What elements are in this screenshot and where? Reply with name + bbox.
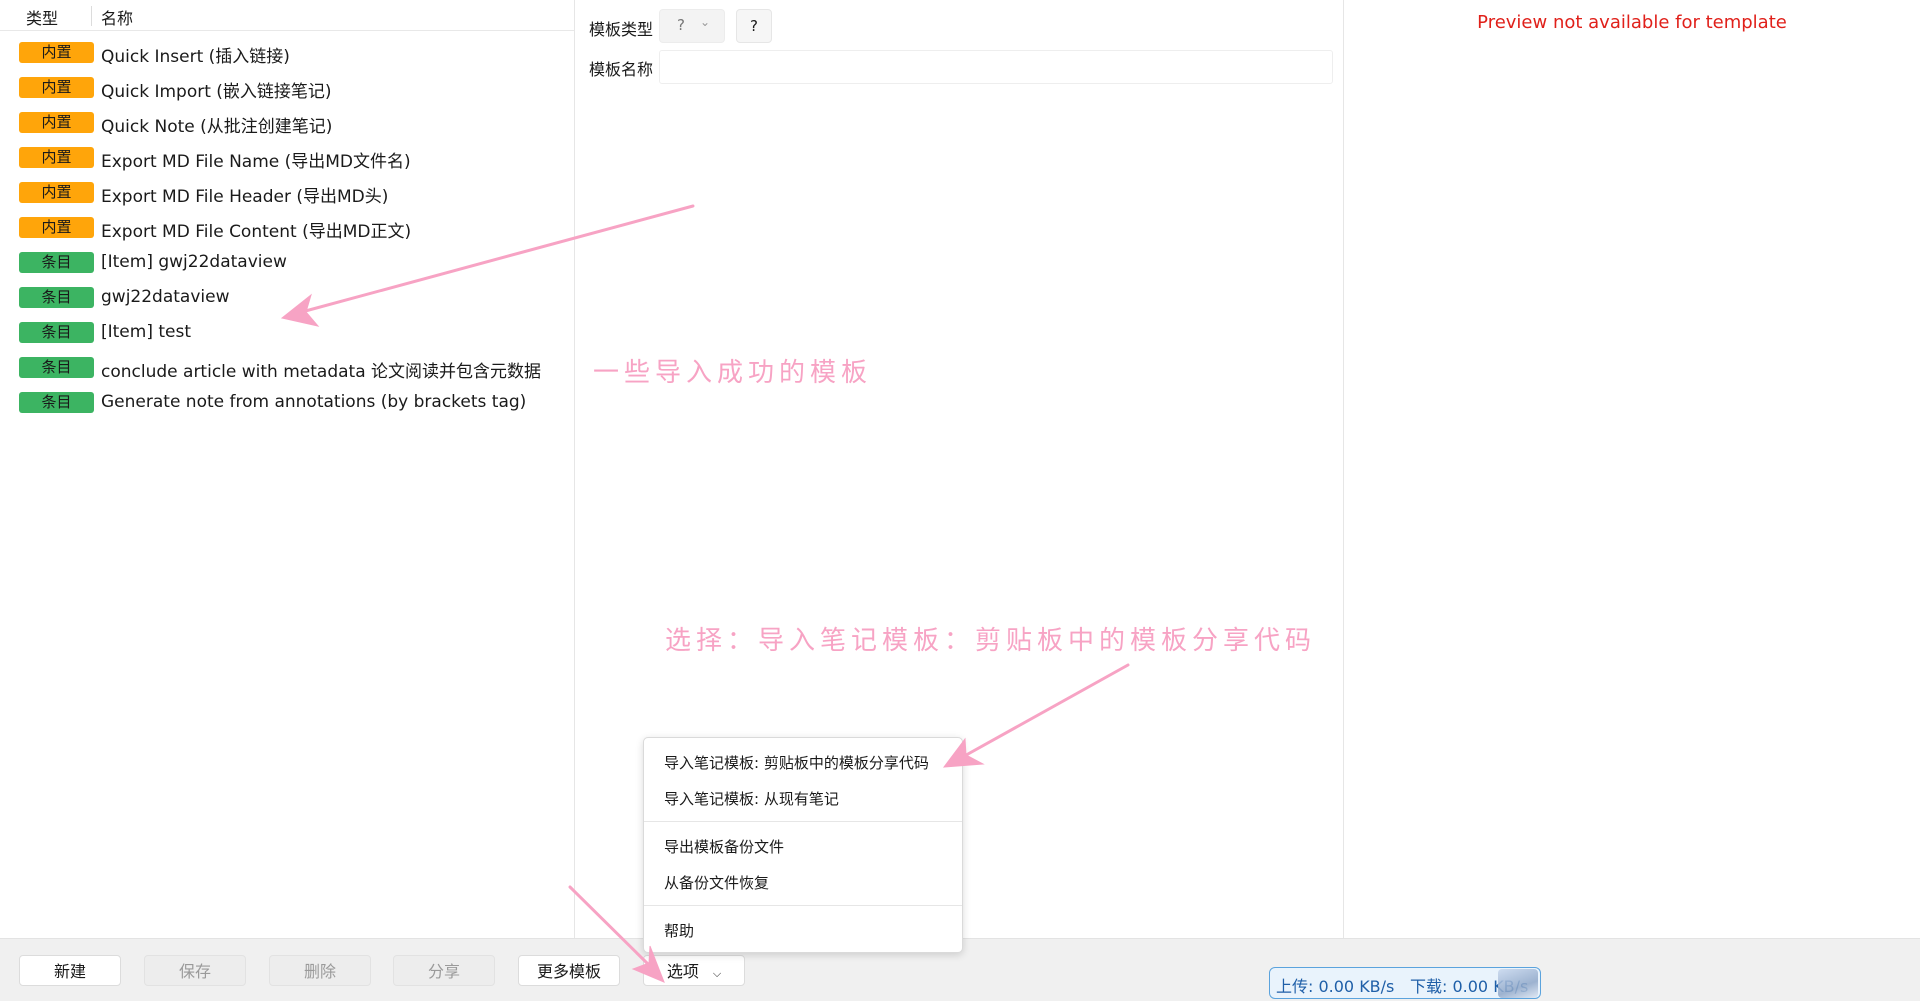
- type-badge: 内置: [19, 147, 94, 168]
- share-button[interactable]: 分享: [393, 955, 495, 986]
- column-divider[interactable]: [91, 6, 92, 26]
- menu-item-export-backup[interactable]: 导出模板备份文件: [664, 836, 784, 857]
- list-item[interactable]: 内置 Quick Note (从批注创建笔记): [0, 105, 574, 140]
- list-item[interactable]: 内置 Quick Import (嵌入链接笔记): [0, 70, 574, 105]
- options-label: 选项: [666, 962, 699, 981]
- template-name: Generate note from annotations (by brack…: [101, 392, 527, 412]
- template-name-input[interactable]: [659, 50, 1333, 84]
- options-button[interactable]: 选项 ⌵: [643, 955, 745, 986]
- upload-speed: 上传: 0.00 KB/s: [1276, 977, 1395, 996]
- save-button[interactable]: 保存: [144, 955, 246, 986]
- template-name: [Item] test: [101, 322, 192, 342]
- template-name: Quick Import (嵌入链接笔记): [101, 82, 332, 102]
- template-name: Quick Insert (插入链接): [101, 47, 290, 67]
- template-list-panel: 类型 名称 内置 Quick Insert (插入链接) 内置 Quick Im…: [0, 0, 575, 938]
- template-name: Export MD File Name (导出MD文件名): [101, 152, 411, 172]
- list-item[interactable]: 条目 gwj22dataview: [0, 280, 574, 315]
- type-badge: 条目: [19, 392, 94, 413]
- template-type-help-button[interactable]: ?: [736, 9, 772, 43]
- list-header: 类型 名称: [0, 0, 574, 31]
- type-badge: 条目: [19, 287, 94, 308]
- menu-separator: [644, 905, 962, 906]
- list-item[interactable]: 条目 [Item] gwj22dataview: [0, 245, 574, 280]
- template-name: Export MD File Header (导出MD头): [101, 187, 389, 207]
- template-type-select[interactable]: ? ⌄: [659, 9, 725, 43]
- chevron-down-icon: ⌵: [712, 967, 722, 980]
- list-item[interactable]: 条目 Generate note from annotations (by br…: [0, 385, 574, 420]
- template-name: Export MD File Content (导出MD正文): [101, 222, 412, 242]
- preview-unavailable-message: Preview not available for template: [1477, 12, 1787, 33]
- type-badge: 条目: [19, 322, 94, 343]
- list-item[interactable]: 内置 Export MD File Content (导出MD正文): [0, 210, 574, 245]
- template-name-label: 模板名称: [589, 60, 654, 79]
- type-badge: 内置: [19, 182, 94, 203]
- template-type-label: 模板类型: [589, 20, 654, 39]
- preview-panel: Preview not available for template: [1344, 0, 1920, 938]
- column-header-name[interactable]: 名称: [101, 5, 133, 29]
- type-badge: 内置: [19, 77, 94, 98]
- type-badge: 内置: [19, 217, 94, 238]
- template-name: conclude article with metadata 论文阅读并包含元数…: [101, 362, 542, 382]
- menu-item-help[interactable]: 帮助: [664, 920, 694, 941]
- annotation-imported-templates: 一些导入成功的模板: [593, 358, 873, 388]
- template-type-value: ?: [677, 16, 685, 34]
- type-badge: 内置: [19, 112, 94, 133]
- more-templates-button[interactable]: 更多模板: [518, 955, 620, 986]
- type-badge: 条目: [19, 357, 94, 378]
- menu-separator: [644, 821, 962, 822]
- mascot-image: [1498, 969, 1538, 998]
- network-speed-widget[interactable]: 上传: 0.00 KB/s 下载: 0.00 KB/s: [1269, 967, 1541, 999]
- list-item[interactable]: 内置 Export MD File Name (导出MD文件名): [0, 140, 574, 175]
- menu-item-import-clipboard[interactable]: 导入笔记模板: 剪贴板中的模板分享代码: [664, 752, 929, 773]
- delete-button[interactable]: 删除: [269, 955, 371, 986]
- column-header-type[interactable]: 类型: [26, 5, 58, 29]
- menu-item-restore-backup[interactable]: 从备份文件恢复: [664, 872, 769, 893]
- list-item[interactable]: 内置 Export MD File Header (导出MD头): [0, 175, 574, 210]
- type-badge: 条目: [19, 252, 94, 273]
- new-button[interactable]: 新建: [19, 955, 121, 986]
- chevron-down-icon: ⌄: [700, 15, 711, 29]
- template-editor-window: 类型 名称 内置 Quick Insert (插入链接) 内置 Quick Im…: [0, 0, 1920, 1001]
- template-rows: 内置 Quick Insert (插入链接) 内置 Quick Import (…: [0, 35, 574, 420]
- template-name: Quick Note (从批注创建笔记): [101, 117, 333, 137]
- list-item[interactable]: 内置 Quick Insert (插入链接): [0, 35, 574, 70]
- template-name: [Item] gwj22dataview: [101, 252, 287, 272]
- options-menu: 导入笔记模板: 剪贴板中的模板分享代码 导入笔记模板: 从现有笔记 导出模板备份…: [643, 737, 963, 953]
- type-badge: 内置: [19, 42, 94, 63]
- menu-item-import-from-note[interactable]: 导入笔记模板: 从现有笔记: [664, 788, 839, 809]
- annotation-select-import: 选择：导入笔记模板：剪贴板中的模板分享代码: [665, 626, 1317, 656]
- list-item[interactable]: 条目 conclude article with metadata 论文阅读并包…: [0, 350, 574, 385]
- list-item[interactable]: 条目 [Item] test: [0, 315, 574, 350]
- template-name: gwj22dataview: [101, 287, 230, 307]
